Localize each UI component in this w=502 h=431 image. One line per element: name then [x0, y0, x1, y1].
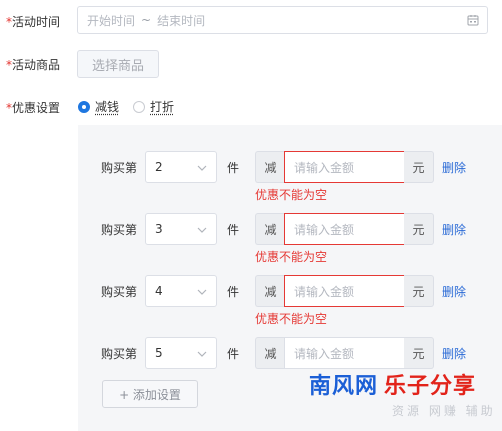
radio-discount-rate[interactable]: 打折 — [133, 98, 174, 115]
reduce-prefix: 减 — [255, 337, 285, 369]
quantity-select[interactable]: 3 — [145, 213, 217, 245]
currency-suffix: 元 — [404, 337, 434, 369]
tier-row: 购买第 3 件 减 请输入金额 元 删除 优惠不能为空 — [78, 212, 502, 264]
activity-time-label: *活动时间 — [6, 15, 61, 29]
unit-label: 件 — [227, 223, 240, 237]
watermark-subtitle: 资源 网赚 辅助 — [392, 404, 496, 418]
unit-label: 件 — [227, 347, 240, 361]
quantity-select[interactable]: 4 — [145, 275, 217, 307]
delete-link[interactable]: 删除 — [442, 283, 466, 300]
amount-input[interactable]: 请输入金额 — [284, 337, 405, 369]
error-message: 优惠不能为空 — [255, 312, 328, 326]
tier-row: 购买第 4 件 减 请输入金额 元 删除 优惠不能为空 — [78, 274, 502, 326]
buy-label: 购买第 — [101, 223, 138, 237]
error-message: 优惠不能为空 — [255, 188, 328, 202]
amount-input[interactable]: 请输入金额 — [284, 275, 405, 307]
delete-link[interactable]: 删除 — [442, 159, 466, 176]
unit-label: 件 — [227, 285, 240, 299]
tier-row: 购买第 2 件 减 请输入金额 元 删除 优惠不能为空 — [78, 150, 502, 202]
reduce-prefix: 减 — [255, 275, 285, 307]
discount-setting-label: *优惠设置 — [6, 101, 61, 115]
buy-label: 购买第 — [101, 347, 138, 361]
chevron-down-icon — [197, 165, 207, 171]
reduce-prefix: 减 — [255, 213, 285, 245]
buy-label: 购买第 — [101, 161, 138, 175]
currency-suffix: 元 — [404, 213, 434, 245]
add-setting-button[interactable]: + 添加设置 — [102, 380, 198, 408]
currency-suffix: 元 — [404, 275, 434, 307]
error-message: 优惠不能为空 — [255, 250, 328, 264]
quantity-select[interactable]: 2 — [145, 151, 217, 183]
radio-unchecked-icon — [133, 100, 146, 113]
activity-goods-label: *活动商品 — [6, 58, 61, 72]
buy-label: 购买第 — [101, 285, 138, 299]
quantity-select[interactable]: 5 — [145, 337, 217, 369]
amount-input[interactable]: 请输入金额 — [284, 213, 405, 245]
discount-type-radio-group: 减钱 打折 — [78, 98, 188, 115]
watermark-logo: 南风网 乐子分享 — [309, 374, 477, 399]
reduce-prefix: 减 — [255, 151, 285, 183]
chevron-down-icon — [197, 351, 207, 357]
currency-suffix: 元 — [404, 151, 434, 183]
end-time-input[interactable]: 结束时间 — [157, 12, 205, 29]
calendar-icon — [467, 15, 479, 26]
range-separator: ~ — [141, 13, 152, 27]
amount-input[interactable]: 请输入金额 — [284, 151, 405, 183]
radio-reduce-money[interactable]: 减钱 — [78, 98, 119, 115]
date-range-picker[interactable]: 开始时间 ~ 结束时间 — [77, 6, 488, 34]
radio-checked-icon — [78, 100, 90, 113]
select-goods-button[interactable]: 选择商品 — [77, 50, 159, 78]
delete-link[interactable]: 删除 — [442, 345, 466, 362]
chevron-down-icon — [197, 289, 207, 295]
chevron-down-icon — [197, 227, 207, 233]
tier-row: 购买第 5 件 减 请输入金额 元 删除 — [78, 336, 502, 370]
start-time-input[interactable]: 开始时间 — [87, 12, 135, 29]
unit-label: 件 — [227, 161, 240, 175]
delete-link[interactable]: 删除 — [442, 221, 466, 238]
